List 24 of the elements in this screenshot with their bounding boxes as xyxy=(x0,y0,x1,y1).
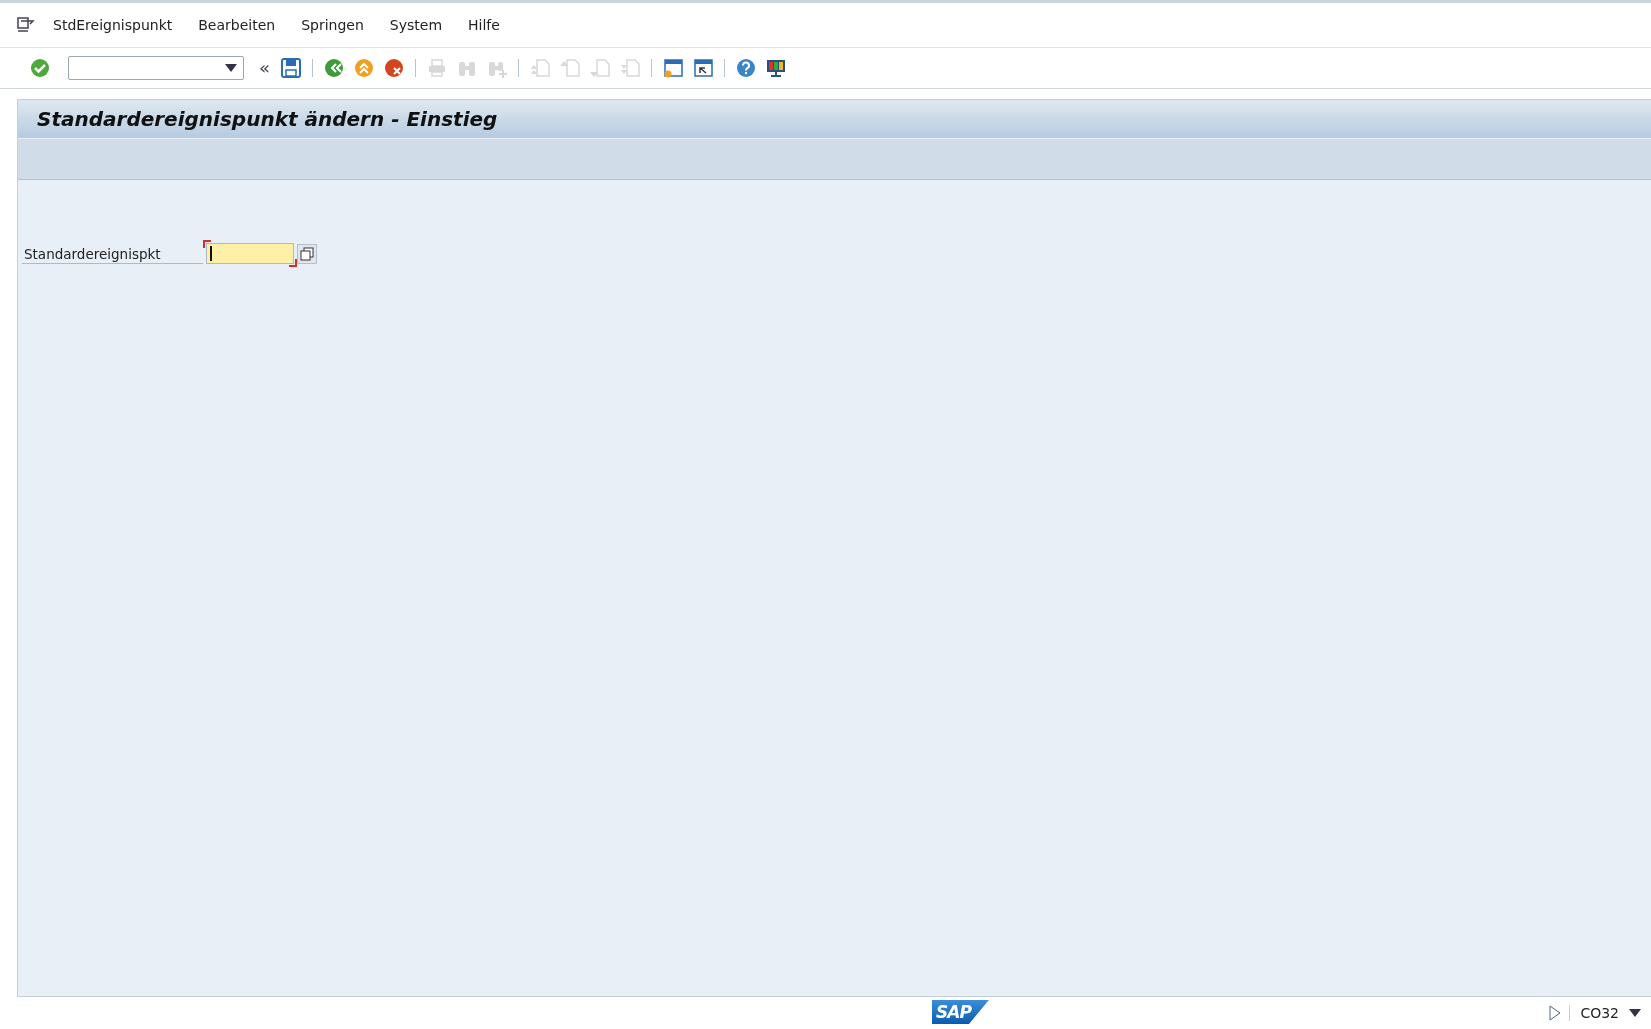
screen-title: Standardereignispunkt ändern - Einstieg xyxy=(18,100,1651,138)
save-icon[interactable] xyxy=(280,57,302,79)
dropdown-caret-icon[interactable] xyxy=(225,64,237,72)
value-help-icon[interactable] xyxy=(297,243,317,264)
monitor-icon[interactable] xyxy=(765,57,787,79)
collapse-button[interactable]: « xyxy=(256,59,273,77)
menu-item[interactable]: StdEreignispunkt xyxy=(40,17,186,33)
transaction-dropdown[interactable]: CO32 xyxy=(1569,1005,1641,1021)
exit-icon[interactable] xyxy=(353,57,375,79)
menu-item[interactable]: Hilfe xyxy=(455,17,513,33)
menu-item[interactable]: System xyxy=(376,17,456,33)
menu-item[interactable]: Springen xyxy=(288,17,377,33)
triangle-icon[interactable] xyxy=(1549,1005,1562,1021)
sap-logo: SAP xyxy=(932,1000,989,1024)
menu-item[interactable]: Bearbeiten xyxy=(185,17,289,33)
enter-icon[interactable] xyxy=(29,57,51,79)
field-label: Standardereignispkt xyxy=(22,243,203,264)
command-field[interactable] xyxy=(68,56,244,80)
input-field[interactable] xyxy=(203,240,297,267)
help-icon[interactable] xyxy=(735,57,757,79)
menu-icon[interactable] xyxy=(16,16,36,34)
back-icon[interactable] xyxy=(323,57,345,79)
dropdown-caret-icon[interactable] xyxy=(1629,1009,1641,1017)
cancel-icon[interactable] xyxy=(383,57,405,79)
